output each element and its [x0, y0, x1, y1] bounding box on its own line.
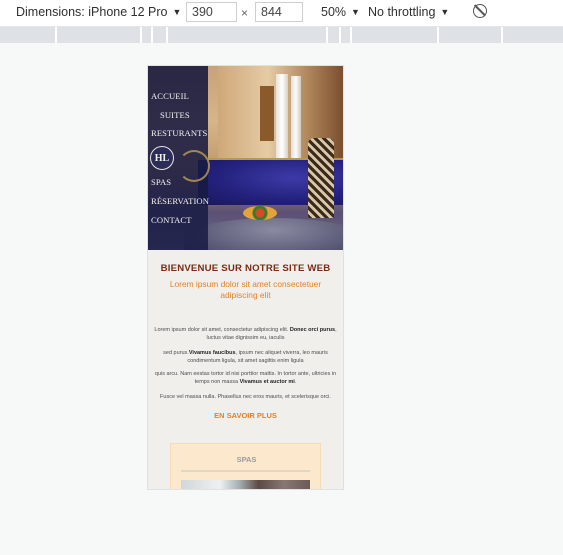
site-nav-menu: ACCUEIL SUITES RESTURANTS HL SPAS RÉSERV…: [148, 66, 210, 250]
device-viewport: ACCUEIL SUITES RESTURANTS HL SPAS RÉSERV…: [148, 66, 343, 489]
times-separator: ×: [241, 6, 249, 20]
intro-paragraph-1: Lorem ipsum dolor sit amet, consectetur …: [154, 327, 337, 342]
nav-link-accueil[interactable]: ACCUEIL: [151, 91, 189, 101]
chevron-down-icon: ▼: [440, 7, 450, 17]
device-dimensions-dropdown[interactable]: Dimensions: iPhone 12 Pro ▼: [16, 5, 181, 19]
nav-link-spas[interactable]: SPAS: [151, 177, 171, 187]
intro-paragraph-3: quis arcu. Nam eestas tortor id nisi por…: [154, 371, 337, 386]
chevron-down-icon: ▼: [172, 7, 182, 17]
intro-paragraph-4: Fusce vel massa nulla. Phasellus nec ero…: [160, 394, 331, 400]
devtools-toolbar: Dimensions: iPhone 12 Pro ▼ × 50% ▼ No thr…: [0, 0, 563, 27]
zoom-dropdown[interactable]: 50% ▼: [321, 5, 360, 19]
nav-link-suites[interactable]: SUITES: [160, 110, 190, 120]
media-query-ruler[interactable]: [0, 27, 563, 43]
viewport-width-input[interactable]: [186, 2, 237, 22]
page-subtitle: Lorem ipsum dolor sit amet consectetuer …: [169, 279, 322, 300]
device-dimensions-label: Dimensions: iPhone 12 Pro: [16, 5, 168, 19]
hotel-logo[interactable]: HL: [150, 146, 174, 170]
nav-link-reservation[interactable]: RÉSERVATION: [151, 196, 209, 206]
divider: [181, 470, 310, 472]
viewport-height-input[interactable]: [255, 2, 303, 22]
intro-paragraph-2: sed purus.Vivamus faucibus, ipsum nec al…: [163, 350, 328, 365]
nav-link-resturants[interactable]: RESTURANTS: [151, 128, 207, 138]
zoom-label: 50%: [321, 5, 347, 19]
throttling-label: No throttling: [368, 5, 436, 19]
spas-card[interactable]: SPAS: [170, 443, 321, 489]
page-title: BIENVENUE SUR NOTRE SITE WEB: [160, 263, 331, 274]
learn-more-link[interactable]: EN SAVOIR PLUS: [148, 411, 343, 420]
spas-card-title: SPAS: [236, 455, 257, 464]
rotate-icon[interactable]: [473, 4, 487, 18]
spas-image: [181, 480, 310, 489]
nav-link-contact[interactable]: CONTACT: [151, 215, 192, 225]
chevron-down-icon: ▼: [351, 7, 360, 17]
throttling-dropdown[interactable]: No throttling ▼: [368, 5, 449, 19]
ornament-icon: [178, 150, 210, 182]
